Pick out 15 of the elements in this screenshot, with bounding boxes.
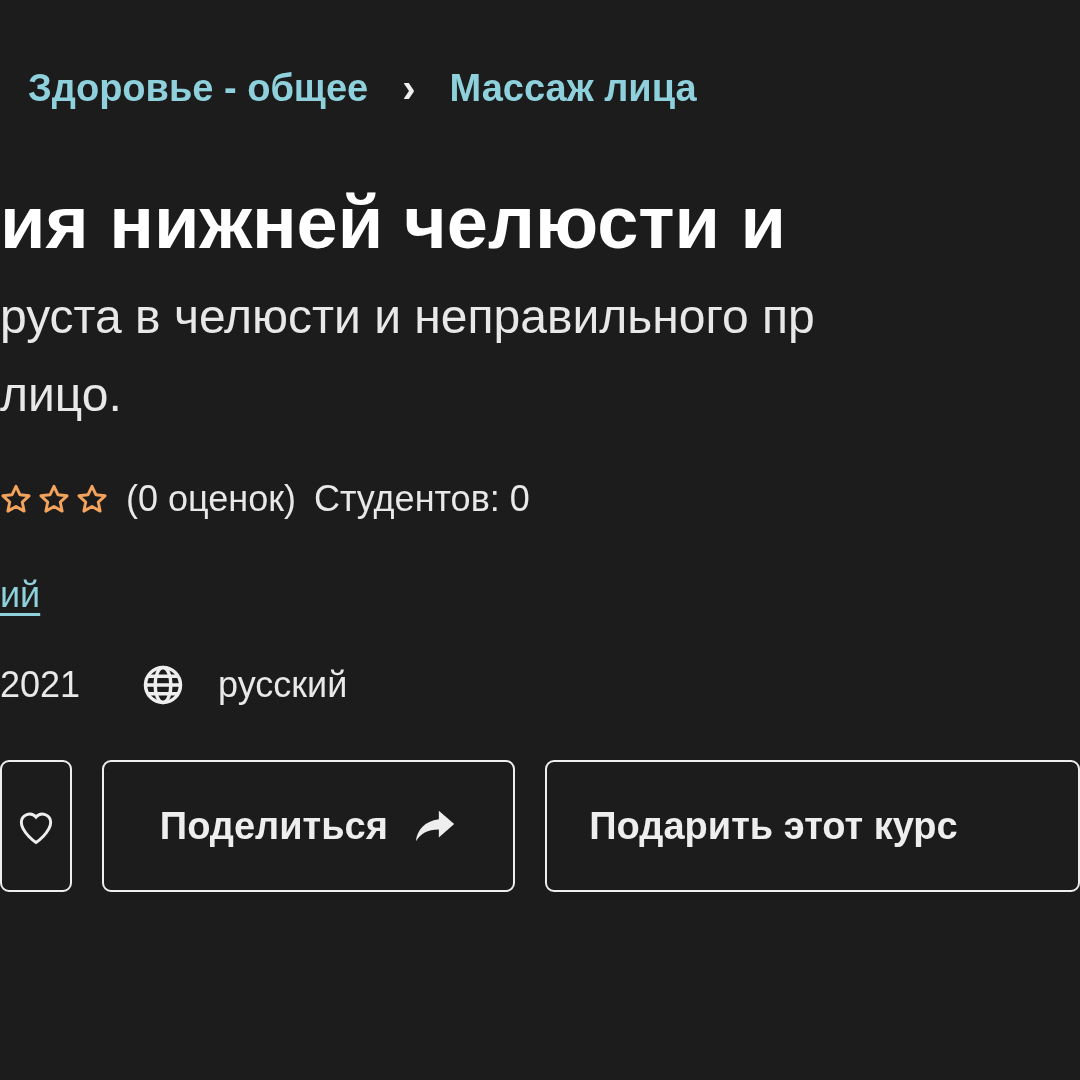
breadcrumb-link[interactable]: Массаж лица [449, 66, 697, 110]
breadcrumb-separator: › [402, 65, 416, 111]
author-link[interactable]: ий [0, 574, 41, 615]
student-count: Студентов: 0 [313, 478, 530, 520]
update-date: 2021 [0, 664, 81, 706]
wishlist-button[interactable] [0, 760, 73, 892]
share-button[interactable]: Поделиться [102, 760, 516, 892]
breadcrumb-link[interactable]: Здоровье - общее [28, 66, 369, 110]
course-language: русский [218, 664, 348, 706]
globe-icon [142, 664, 185, 706]
rating-count: (0 оценок) [126, 478, 296, 520]
course-subtitle: лицо. [0, 367, 123, 423]
course-title: ия нижней челюсти и [0, 180, 788, 266]
gift-course-button[interactable]: Подарить этот курс [545, 760, 1080, 892]
course-subtitle: руста в челюсти и неправильного пр [0, 289, 816, 345]
